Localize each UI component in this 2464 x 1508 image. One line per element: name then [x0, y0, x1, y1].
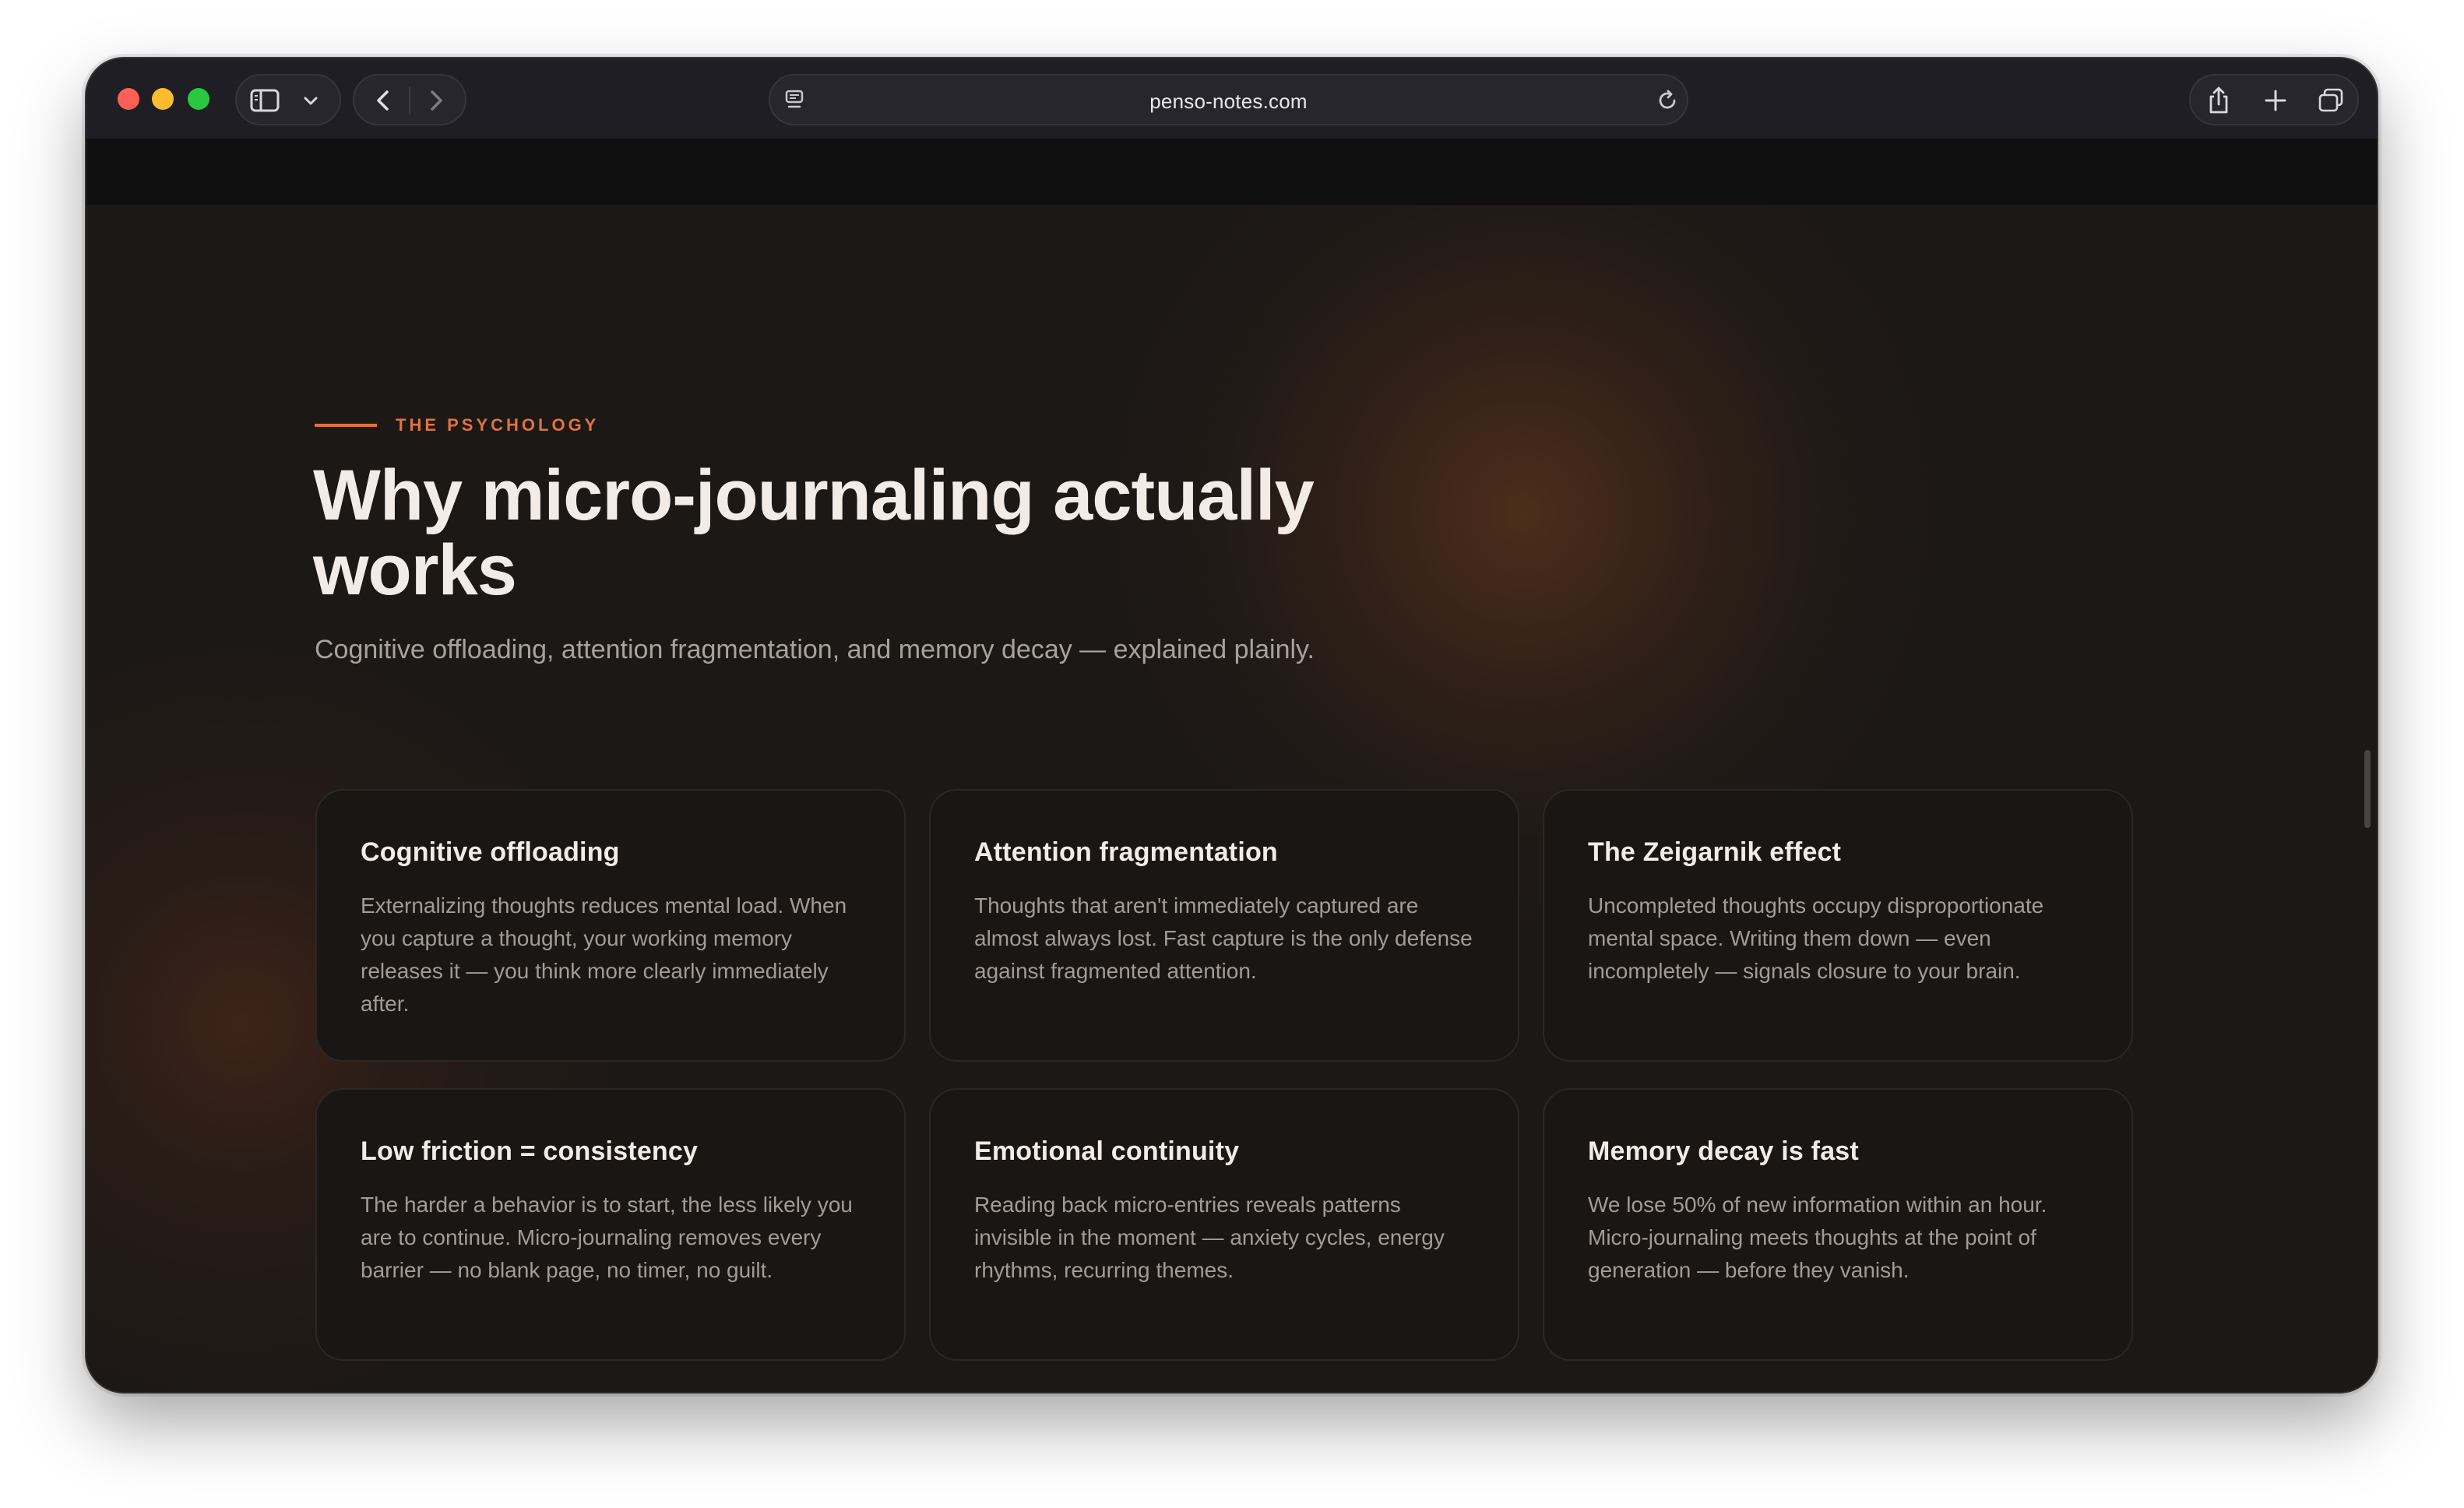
card-title: Emotional continuity: [974, 1136, 1240, 1166]
card-body: The harder a behavior is to start, the l…: [361, 1193, 853, 1282]
card-title: Attention fragmentation: [974, 837, 1278, 867]
title-bar: penso-notes.com: [86, 58, 2377, 140]
feature-card-cognitive-offloading: Cognitive offloading Externalizing thoug…: [315, 789, 906, 1062]
tab-overview-icon[interactable]: [2317, 86, 2346, 115]
back-arrow-icon[interactable]: [371, 88, 395, 113]
page-content: THE PSYCHOLOGY Why micro-journaling actu…: [86, 205, 2377, 1392]
scrollbar-thumb[interactable]: [2364, 750, 2371, 828]
card-body: Uncompleted thoughts occupy disproportio…: [1588, 893, 2044, 983]
navigation-group: [353, 74, 466, 125]
card-title: Cognitive offloading: [361, 837, 620, 867]
new-tab-icon[interactable]: [2262, 87, 2289, 114]
feature-card-emotional-continuity: Emotional continuity Reading back micro-…: [929, 1088, 1519, 1361]
card-title: The Zeigarnik effect: [1588, 837, 1842, 867]
card-title: Low friction = consistency: [361, 1136, 699, 1166]
sidebar-icon[interactable]: [249, 86, 280, 115]
url-text: penso-notes.com: [1149, 90, 1308, 113]
address-bar[interactable]: penso-notes.com: [769, 74, 1688, 125]
feature-card-zeigarnik-effect: The Zeigarnik effect Uncompleted thought…: [1543, 789, 2133, 1062]
card-body: We lose 50% of new information within an…: [1588, 1193, 2047, 1282]
share-icon[interactable]: [2205, 85, 2233, 116]
card-body: Reading back micro-entries reveals patte…: [974, 1193, 1445, 1282]
chevron-down-icon[interactable]: [302, 93, 319, 108]
feature-card-grid: Cognitive offloading Externalizing thoug…: [315, 789, 2147, 1361]
toolbar-actions-group: [2189, 74, 2359, 125]
card-title: Memory decay is fast: [1588, 1136, 1859, 1166]
zoom-window-button[interactable]: [188, 88, 209, 110]
eyebrow-label: THE PSYCHOLOGY: [396, 415, 600, 435]
section-subheading: Cognitive offloading, attention fragment…: [315, 635, 1315, 664]
reload-icon[interactable]: [1655, 88, 1680, 113]
section-headline: Why micro-journaling actually works: [313, 456, 1315, 610]
close-window-button[interactable]: [118, 88, 139, 110]
nav-divider: [409, 86, 410, 115]
eyebrow-accent-line: [315, 424, 377, 427]
browser-window: penso-notes.com THE PSYCHOLOGY Why micro…: [86, 58, 2377, 1392]
feature-card-memory-decay: Memory decay is fast We lose 50% of new …: [1543, 1088, 2133, 1361]
minimize-window-button[interactable]: [152, 88, 174, 110]
forward-arrow-icon[interactable]: [424, 88, 448, 113]
site-header-strip: [86, 139, 2377, 205]
card-body: Externalizing thoughts reduces mental lo…: [361, 893, 847, 1016]
sidebar-toggle-group: [235, 74, 341, 125]
section-eyebrow: THE PSYCHOLOGY: [315, 415, 599, 435]
feature-card-low-friction: Low friction = consistency The harder a …: [315, 1088, 906, 1361]
card-body: Thoughts that aren't immediately capture…: [974, 893, 1473, 983]
feature-card-attention-fragmentation: Attention fragmentation Thoughts that ar…: [929, 789, 1519, 1062]
